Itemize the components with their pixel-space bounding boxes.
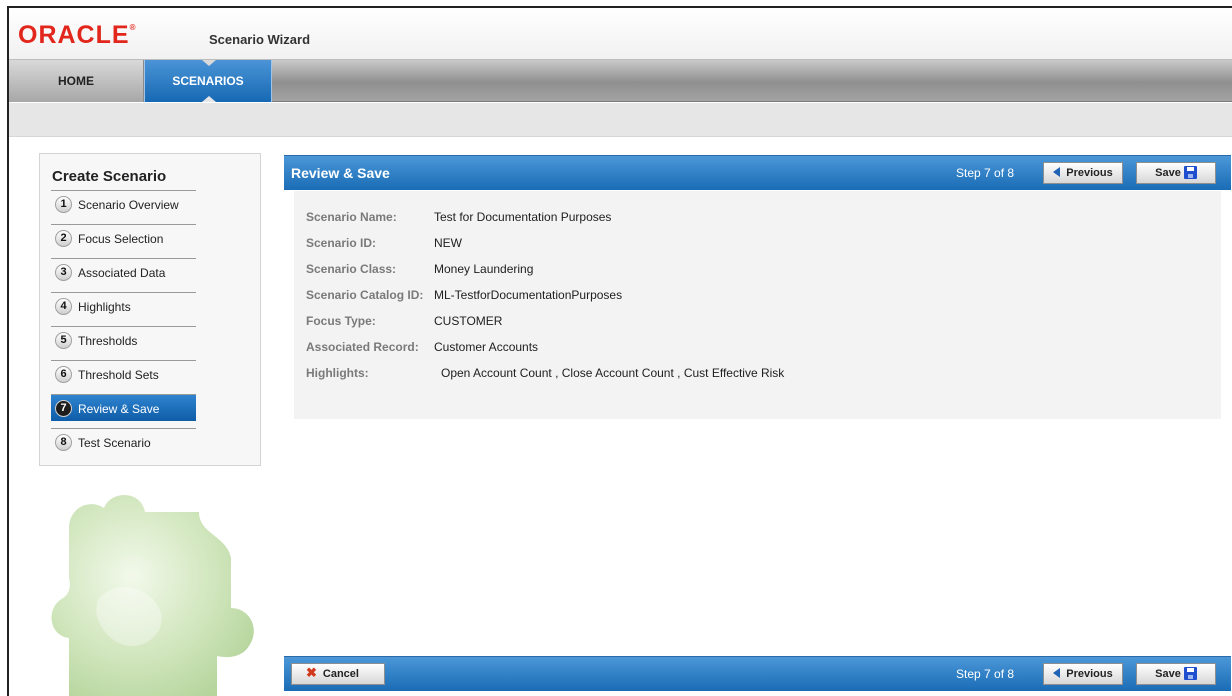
arrow-left-icon <box>1053 167 1061 178</box>
step-test-scenario[interactable]: 8 Test Scenario <box>51 428 196 455</box>
step-label: Threshold Sets <box>78 368 159 382</box>
oracle-logo: ORACLE® <box>18 21 137 49</box>
step-focus-selection[interactable]: 2 Focus Selection <box>51 224 196 251</box>
field-value: NEW <box>434 236 462 250</box>
step-number-badge: 8 <box>55 434 72 451</box>
step-thresholds[interactable]: 5 Thresholds <box>51 326 196 353</box>
step-number-badge: 6 <box>55 366 72 383</box>
step-label: Test Scenario <box>78 436 151 450</box>
step-associated-data[interactable]: 3 Associated Data <box>51 258 196 285</box>
field-value: Money Laundering <box>434 262 534 276</box>
app-header: ORACLE® Scenario Wizard <box>9 8 1232 60</box>
step-number-badge: 1 <box>55 196 72 213</box>
step-label: Scenario Overview <box>78 198 179 212</box>
field-label: Scenario Class: <box>306 262 397 276</box>
step-number-badge: 7 <box>55 400 72 417</box>
previous-label: Previous <box>1066 167 1113 179</box>
step-review-save[interactable]: 7 Review & Save <box>51 394 196 421</box>
field-label: Associated Record: <box>306 340 419 354</box>
save-disk-icon <box>1183 666 1197 680</box>
app-frame: ORACLE® Scenario Wizard HOME SCENARIOS C… <box>7 6 1232 696</box>
step-label: Associated Data <box>78 266 166 280</box>
field-value: CUSTOMER <box>434 314 503 328</box>
field-label: Scenario Name: <box>306 210 397 224</box>
previous-button[interactable]: Previous <box>1043 663 1123 685</box>
cancel-button[interactable]: ✖ Cancel <box>291 663 385 685</box>
puzzle-piece-icon <box>51 495 254 696</box>
previous-button[interactable]: Previous <box>1043 162 1123 184</box>
step-label: Thresholds <box>78 334 138 348</box>
panel-header-bar: Review & Save Step 7 of 8 Previous Save <box>284 155 1231 190</box>
step-number-badge: 5 <box>55 332 72 349</box>
field-value: Test for Documentation Purposes <box>434 210 612 224</box>
step-threshold-sets[interactable]: 6 Threshold Sets <box>51 360 196 387</box>
tab-scenarios[interactable]: SCENARIOS <box>144 60 272 102</box>
tab-home[interactable]: HOME <box>9 60 144 102</box>
panel-title: Review & Save <box>291 165 390 181</box>
step-number-badge: 3 <box>55 264 72 281</box>
step-number-badge: 2 <box>55 230 72 247</box>
app-title: Scenario Wizard <box>209 32 311 47</box>
step-label: Highlights <box>78 300 131 314</box>
step-label: Review & Save <box>78 402 160 416</box>
field-value: ML-TestforDocumentationPurposes <box>434 288 623 302</box>
save-button[interactable]: Save <box>1136 162 1216 184</box>
step-scenario-overview[interactable]: 1 Scenario Overview <box>51 190 196 217</box>
field-label: Scenario Catalog ID: <box>306 288 424 302</box>
cancel-label: Cancel <box>322 668 359 680</box>
field-label: Focus Type: <box>306 314 376 328</box>
wizard-steps-panel: Create Scenario 1 Scenario Overview 2 Fo… <box>39 153 261 466</box>
step-indicator: Step 7 of 8 <box>956 667 1015 681</box>
main-nav: HOME SCENARIOS <box>9 60 1232 102</box>
save-label: Save <box>1155 668 1181 680</box>
step-label: Focus Selection <box>78 232 164 246</box>
steps-title: Create Scenario <box>52 168 167 185</box>
previous-label: Previous <box>1066 668 1113 680</box>
save-button[interactable]: Save <box>1136 663 1216 685</box>
review-details: Scenario Name: Test for Documentation Pu… <box>294 191 1221 419</box>
step-highlights[interactable]: 4 Highlights <box>51 292 196 319</box>
field-value: Open Account Count , Close Account Count… <box>441 366 785 380</box>
step-indicator: Step 7 of 8 <box>956 166 1015 180</box>
panel-footer-bar: ✖ Cancel Step 7 of 8 Previous Save <box>284 656 1231 691</box>
field-label: Scenario ID: <box>306 236 377 250</box>
save-disk-icon <box>1183 165 1197 179</box>
sub-toolbar <box>9 103 1232 137</box>
arrow-left-icon <box>1053 668 1061 679</box>
step-number-badge: 4 <box>55 298 72 315</box>
close-icon: ✖ <box>306 665 317 681</box>
save-label: Save <box>1155 167 1181 179</box>
field-label: Highlights: <box>306 366 369 380</box>
field-value: Customer Accounts <box>434 340 539 354</box>
